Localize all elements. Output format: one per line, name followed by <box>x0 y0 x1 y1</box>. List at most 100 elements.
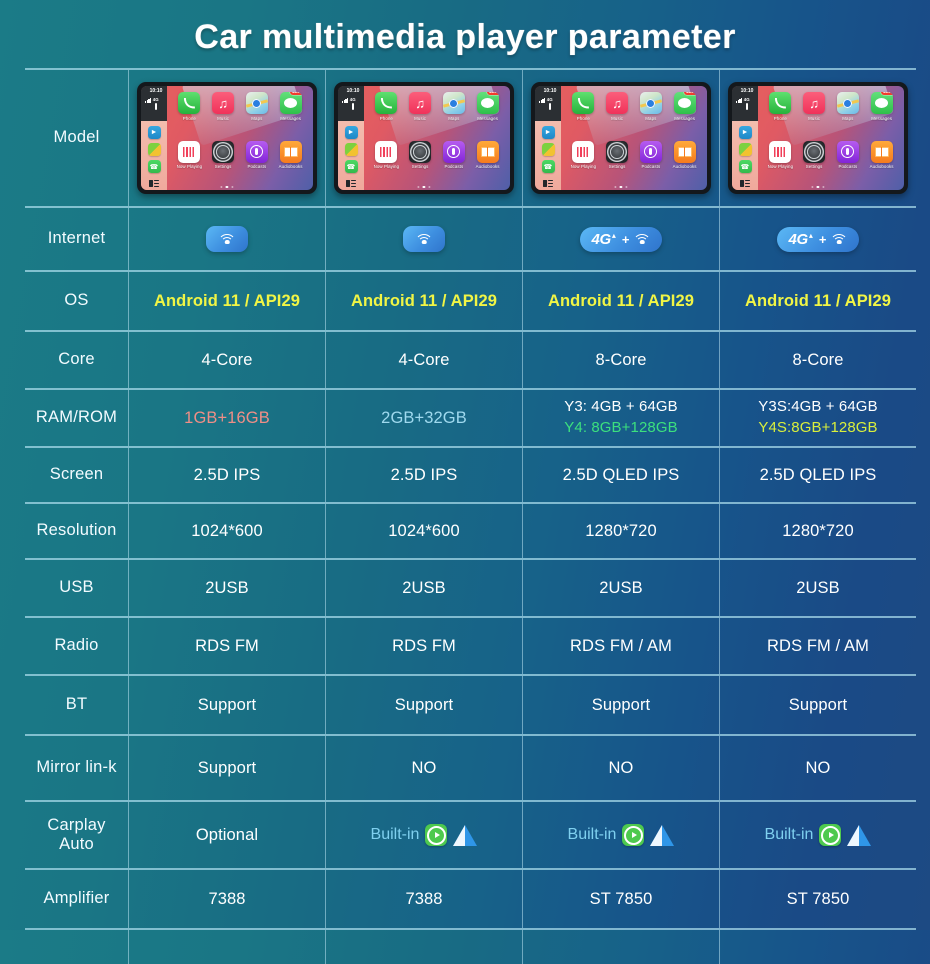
app-audiobooks[interactable]: Audiobooks <box>274 140 307 189</box>
wechat-icon[interactable] <box>738 143 752 157</box>
telegram-icon[interactable]: ► <box>344 126 358 140</box>
app-messages[interactable]: 4159Messages <box>471 92 504 140</box>
row-label-carplay-auto: Carplay Auto <box>25 800 129 869</box>
telegram-icon[interactable]: ► <box>541 126 555 140</box>
messages-icon: 4159 <box>870 92 893 114</box>
app-maps[interactable]: Maps <box>241 92 274 140</box>
device-sidebar: 10:10 4G ► ☎ <box>338 86 364 190</box>
app-messages[interactable]: 4159Messages <box>668 92 701 140</box>
table-row-internet: Internet 4G ▴ + 4G ▴ + <box>25 206 916 271</box>
resolution-cell-3: 1280*720 <box>522 502 720 559</box>
sidebar-app-shortcuts: ► ☎ <box>738 121 752 180</box>
telegram-icon[interactable]: ► <box>738 126 752 140</box>
app-podcasts[interactable]: Podcasts <box>438 140 471 189</box>
app-podcasts[interactable]: Podcasts <box>241 140 274 189</box>
spec-comparison-table: Model 10:10 4G ► ☎ Phone ♫ Music Maps Me… <box>25 68 916 964</box>
app-settings[interactable]: Settings <box>798 140 831 189</box>
wechat-icon[interactable] <box>147 143 161 157</box>
app-audiobooks[interactable]: Audiobooks <box>471 140 504 189</box>
music-icon <box>606 92 629 114</box>
partial-cell-3 <box>522 928 720 964</box>
bt-cell-4: Support <box>719 674 916 735</box>
app-maps[interactable]: Maps <box>635 92 668 140</box>
table-row-partial-cutoff <box>25 928 916 964</box>
battery-icon <box>155 103 157 111</box>
now-playing-icon <box>769 140 792 163</box>
app-list-icon[interactable] <box>740 180 750 187</box>
app-phone[interactable]: Phone <box>173 92 206 140</box>
app-maps[interactable]: Maps <box>438 92 471 140</box>
device-app-grid: Phone Music Maps 4159Messages Now Playin… <box>364 86 510 190</box>
device-app-grid: Phone Music Maps 4159Messages Now Playin… <box>561 86 707 190</box>
device-screen: 10:10 4G ► ☎ Phone ♫ Music Maps Messages… <box>338 86 510 190</box>
now-playing-icon <box>572 140 595 163</box>
row-label-radio: Radio <box>25 616 129 675</box>
app-podcasts[interactable]: Podcasts <box>635 140 668 189</box>
signal-bars-icon: 4G <box>539 97 561 104</box>
app-phone[interactable]: Phone <box>764 92 797 140</box>
wechat-icon[interactable] <box>344 143 358 157</box>
now-playing-icon <box>178 140 201 163</box>
app-list-icon[interactable] <box>149 180 159 187</box>
app-music[interactable]: Music <box>404 92 437 140</box>
app-list-icon[interactable] <box>543 180 553 187</box>
app-music[interactable]: Music <box>601 92 634 140</box>
app-phone[interactable]: Phone <box>370 92 403 140</box>
app-audiobooks[interactable]: Audiobooks <box>865 140 898 189</box>
app-phone[interactable]: Phone <box>567 92 600 140</box>
table-row-radio: Radio RDS FM RDS FM RDS FM / AM RDS FM /… <box>25 616 916 675</box>
resolution-cell-1: 1024*600 <box>128 502 326 559</box>
app-messages[interactable]: 4159Messages <box>274 92 307 140</box>
app-settings[interactable]: Settings <box>601 140 634 189</box>
bt-cell-2: Support <box>325 674 523 735</box>
app-podcasts[interactable]: Podcasts <box>832 140 865 189</box>
resolution-cell-4: 1280*720 <box>719 502 916 559</box>
screen-cell-2: 2.5D IPS <box>325 446 523 503</box>
internet-cell-3: 4G ▴ + <box>522 206 720 271</box>
app-music[interactable]: Music <box>798 92 831 140</box>
os-cell-1: Android 11 / API29 <box>128 270 326 331</box>
podcasts-icon <box>836 140 859 163</box>
phone-icon[interactable]: ☎ <box>344 160 358 174</box>
mirror-cell-3: NO <box>522 734 720 801</box>
app-settings[interactable]: Settings <box>207 140 240 189</box>
wechat-icon[interactable] <box>541 143 555 157</box>
mirror-cell-4: NO <box>719 734 916 801</box>
row-label-resolution: Resolution <box>25 502 129 559</box>
carplay-icon <box>819 824 842 846</box>
app-music[interactable]: Music <box>207 92 240 140</box>
app-audiobooks[interactable]: Audiobooks <box>668 140 701 189</box>
audiobooks-icon <box>673 140 696 163</box>
app-now-playing[interactable]: Now Playing <box>764 140 797 189</box>
signal-bars-icon: 4G <box>736 97 758 104</box>
row-label-os: OS <box>25 270 129 331</box>
internet-cell-2 <box>325 206 523 271</box>
app-maps[interactable]: Maps <box>832 92 865 140</box>
audiobooks-icon <box>476 140 499 163</box>
audiobooks-icon <box>279 140 302 163</box>
app-settings[interactable]: Settings <box>404 140 437 189</box>
app-now-playing[interactable]: Now Playing <box>370 140 403 189</box>
page-title-area: Car multimedia player parameter <box>0 8 930 66</box>
row-label-bt: BT <box>25 674 129 735</box>
mirror-cell-1: Support <box>128 734 326 801</box>
usb-cell-2: 2USB <box>325 558 523 617</box>
app-now-playing[interactable]: Now Playing <box>173 140 206 189</box>
device-sidebar: 10:10 4G ► ☎ <box>535 86 561 190</box>
settings-icon <box>212 140 235 163</box>
podcasts-icon <box>442 140 465 163</box>
phone-icon[interactable]: ☎ <box>541 160 555 174</box>
unread-badge: 4159 <box>289 92 302 96</box>
os-cell-4: Android 11 / API29 <box>719 270 916 331</box>
phone-icon[interactable]: ☎ <box>147 160 161 174</box>
app-messages[interactable]: 4159Messages <box>865 92 898 140</box>
phone-icon <box>769 92 792 114</box>
now-playing-icon <box>375 140 398 163</box>
phone-icon[interactable]: ☎ <box>738 160 752 174</box>
model-cell-4: 10:10 4G ► ☎ Phone ♫ Music Maps Messages… <box>719 68 916 207</box>
telegram-icon[interactable]: ► <box>147 126 161 140</box>
app-list-icon[interactable] <box>346 180 356 187</box>
app-now-playing[interactable]: Now Playing <box>567 140 600 189</box>
status-network-label: 4G <box>349 96 356 102</box>
device-status-bar: 10:10 4G <box>732 86 758 122</box>
